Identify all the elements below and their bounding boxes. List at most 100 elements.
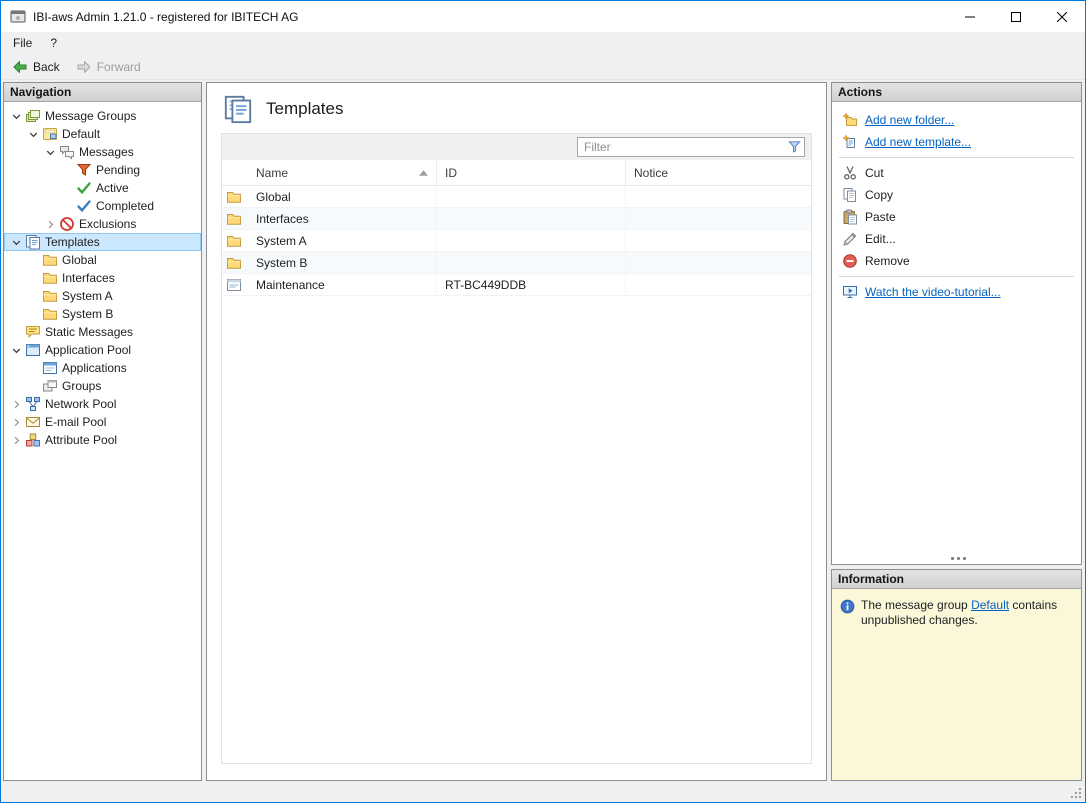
action-paste[interactable]: Paste [832, 206, 1081, 228]
forward-button[interactable]: Forward [68, 56, 149, 78]
cell-notice [626, 230, 811, 251]
information-content: The message group Default contains unpub… [832, 589, 1081, 780]
chevron-spacer [60, 199, 75, 214]
tree-item-templates[interactable]: Templates [4, 233, 201, 251]
tree-item-completed[interactable]: Completed [4, 197, 201, 215]
tree-item-message-groups[interactable]: Message Groups [4, 107, 201, 125]
tree-item-e-mail-pool[interactable]: E-mail Pool [4, 413, 201, 431]
column-header-id[interactable]: ID [437, 160, 626, 185]
back-arrow-icon [12, 59, 28, 75]
action-add-new-folder[interactable]: Add new folder... [832, 109, 1081, 131]
tree-item-messages[interactable]: Messages [4, 143, 201, 161]
tree-item-label: Attribute Pool [45, 433, 123, 447]
page-title: Templates [266, 99, 343, 119]
row-name-label: System B [256, 256, 307, 270]
tree-item-system-b[interactable]: System B [4, 305, 201, 323]
add-template-icon [842, 134, 858, 150]
filter-input[interactable] [577, 137, 805, 157]
action-cut[interactable]: Cut [832, 162, 1081, 184]
chevron-spacer [26, 361, 41, 376]
exclusions-icon [59, 216, 75, 232]
tree-indent [9, 386, 26, 387]
minimize-button[interactable] [947, 1, 993, 32]
menu-help[interactable]: ? [41, 32, 66, 54]
tree-item-groups[interactable]: Groups [4, 377, 201, 395]
tree-indent [9, 278, 26, 279]
tree-item-system-a[interactable]: System A [4, 287, 201, 305]
chevron-spacer [26, 379, 41, 394]
info-text-before: The message group [861, 598, 971, 612]
folder-icon [42, 306, 58, 322]
default-group-link[interactable]: Default [971, 598, 1009, 612]
table-row-interfaces[interactable]: Interfaces [222, 208, 811, 230]
action-label: Add new folder... [865, 113, 954, 127]
chevron-spacer [60, 181, 75, 196]
action-edit[interactable]: Edit... [832, 228, 1081, 250]
cell-notice [626, 274, 811, 295]
chevron-spacer [26, 271, 41, 286]
edit-icon [842, 231, 858, 247]
templates-table: Name ID Notice GlobalInterfacesSystem A S… [221, 133, 812, 764]
table-row-system-a[interactable]: System A [222, 230, 811, 252]
chevron-spacer [26, 253, 41, 268]
cell-id [437, 208, 626, 229]
tree-item-pending[interactable]: Pending [4, 161, 201, 179]
maximize-button[interactable] [993, 1, 1039, 32]
back-button[interactable]: Back [4, 56, 68, 78]
tree-item-static-messages[interactable]: Static Messages [4, 323, 201, 341]
column-header-label: Name [256, 166, 288, 180]
tree-item-exclusions[interactable]: Exclusions [4, 215, 201, 233]
action-add-new-template[interactable]: Add new template... [832, 131, 1081, 153]
table-header: Name ID Notice [222, 160, 811, 186]
work-area: Navigation Message GroupsDefaultMessages… [1, 80, 1085, 784]
tree-item-attribute-pool[interactable]: Attribute Pool [4, 431, 201, 449]
main-header: Templates [207, 83, 826, 131]
chevron-expanded-icon[interactable] [43, 145, 58, 160]
chevron-expanded-icon[interactable] [9, 343, 24, 358]
tree-item-applications[interactable]: Applications [4, 359, 201, 377]
chevron-collapsed-icon[interactable] [9, 397, 24, 412]
chevron-expanded-icon[interactable] [26, 127, 41, 142]
tree-item-application-pool[interactable]: Application Pool [4, 341, 201, 359]
navigation-tree: Message GroupsDefaultMessagesPendingActi… [4, 102, 201, 780]
tree-item-network-pool[interactable]: Network Pool [4, 395, 201, 413]
actions-separator [839, 157, 1074, 158]
action-copy[interactable]: Copy [832, 184, 1081, 206]
action-label: Watch the video-tutorial... [865, 285, 1001, 299]
chevron-collapsed-icon[interactable] [43, 217, 58, 232]
chevron-expanded-icon[interactable] [9, 235, 24, 250]
tree-item-label: Global [62, 253, 103, 267]
table-row-maintenance[interactable]: MaintenanceRT-BC449DDB [222, 274, 811, 296]
window-title: IBI-aws Admin 1.21.0 - registered for IB… [33, 10, 298, 24]
folder-icon [226, 233, 242, 249]
close-button[interactable] [1039, 1, 1085, 32]
column-header-name[interactable]: Name [222, 160, 437, 185]
action-label: Copy [865, 188, 893, 202]
chevron-expanded-icon[interactable] [9, 109, 24, 124]
panel-splitter-handle[interactable] [957, 557, 960, 560]
static-messages-icon [25, 324, 41, 340]
chevron-spacer [60, 163, 75, 178]
tree-item-active[interactable]: Active [4, 179, 201, 197]
column-header-notice[interactable]: Notice [626, 160, 811, 185]
tree-item-label: Completed [96, 199, 160, 213]
tree-item-interfaces[interactable]: Interfaces [4, 269, 201, 287]
action-remove[interactable]: Remove [832, 250, 1081, 272]
tree-item-global[interactable]: Global [4, 251, 201, 269]
attribute-pool-icon [25, 432, 41, 448]
resize-grip-icon[interactable] [1071, 788, 1081, 798]
table-row-global[interactable]: Global [222, 186, 811, 208]
chevron-collapsed-icon[interactable] [9, 433, 24, 448]
filter-funnel-icon[interactable] [787, 139, 802, 154]
actions-list: Add new folder... Add new template... Cut C… [832, 102, 1081, 303]
filter-field [577, 137, 805, 157]
menu-file[interactable]: File [4, 32, 41, 54]
tree-indent [9, 188, 60, 189]
cell-name: Maintenance [222, 274, 437, 295]
app-icon [10, 9, 26, 25]
table-row-system-b[interactable]: System B [222, 252, 811, 274]
chevron-collapsed-icon[interactable] [9, 415, 24, 430]
action-watch-the-video-tutorial[interactable]: Watch the video-tutorial... [832, 281, 1081, 303]
tree-item-default[interactable]: Default [4, 125, 201, 143]
back-label: Back [33, 60, 60, 74]
